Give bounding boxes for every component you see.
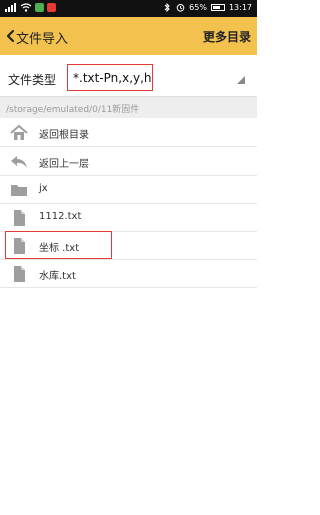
list-item-label: 1112.txt: [39, 211, 82, 222]
list-item-label: 水库.txt: [39, 271, 76, 282]
list-item-folder[interactable]: jx: [0, 175, 257, 203]
list-item-file[interactable]: 1112.txt: [0, 203, 257, 231]
notification-app-icon: [47, 3, 56, 12]
more-directories-button[interactable]: 更多目录: [203, 28, 251, 45]
page-title: 文件导入: [16, 32, 69, 47]
status-right: 65% 13:17: [162, 3, 252, 12]
list-item-file[interactable]: 水库.txt: [0, 259, 257, 287]
battery-icon: [210, 4, 225, 11]
list-item-label: 返回根目录: [39, 130, 89, 141]
current-path: /storage/emulated/0/11新固件: [6, 105, 140, 115]
divider: [0, 287, 257, 288]
file-type-value: *.txt-Pn,x,y,h: [73, 71, 152, 85]
list-item-label: jx: [39, 183, 48, 194]
current-path-bar: /storage/emulated/0/11新固件: [0, 97, 257, 118]
status-bar: 65% 13:17: [0, 0, 257, 17]
alarm-icon: [176, 4, 185, 12]
file-icon: [14, 266, 25, 282]
status-time: 13:17: [228, 3, 252, 12]
list-item-label: 返回上一层: [39, 159, 89, 170]
list-item-root[interactable]: 返回根目录: [0, 118, 257, 146]
undo-arrow-icon: [11, 156, 27, 168]
battery-percent: 65%: [189, 3, 207, 12]
selection-highlight: [5, 231, 112, 259]
dropdown-arrow-icon[interactable]: [237, 76, 245, 84]
file-type-label: 文件类型: [8, 73, 57, 87]
file-type-row: 文件类型 *.txt-Pn,x,y,h: [0, 55, 257, 97]
list-item-up[interactable]: 返回上一层: [0, 147, 257, 175]
file-type-select[interactable]: *.txt-Pn,x,y,h: [67, 64, 153, 91]
home-icon: [10, 124, 28, 140]
wifi-icon: [20, 3, 32, 12]
signal-icon: [5, 3, 16, 12]
folder-icon: [11, 185, 27, 196]
notification-app-icon: [35, 3, 44, 12]
bluetooth-icon: [164, 3, 170, 12]
file-icon: [14, 210, 25, 226]
status-left: [5, 3, 56, 12]
app-bar: 文件导入 更多目录: [0, 17, 257, 55]
